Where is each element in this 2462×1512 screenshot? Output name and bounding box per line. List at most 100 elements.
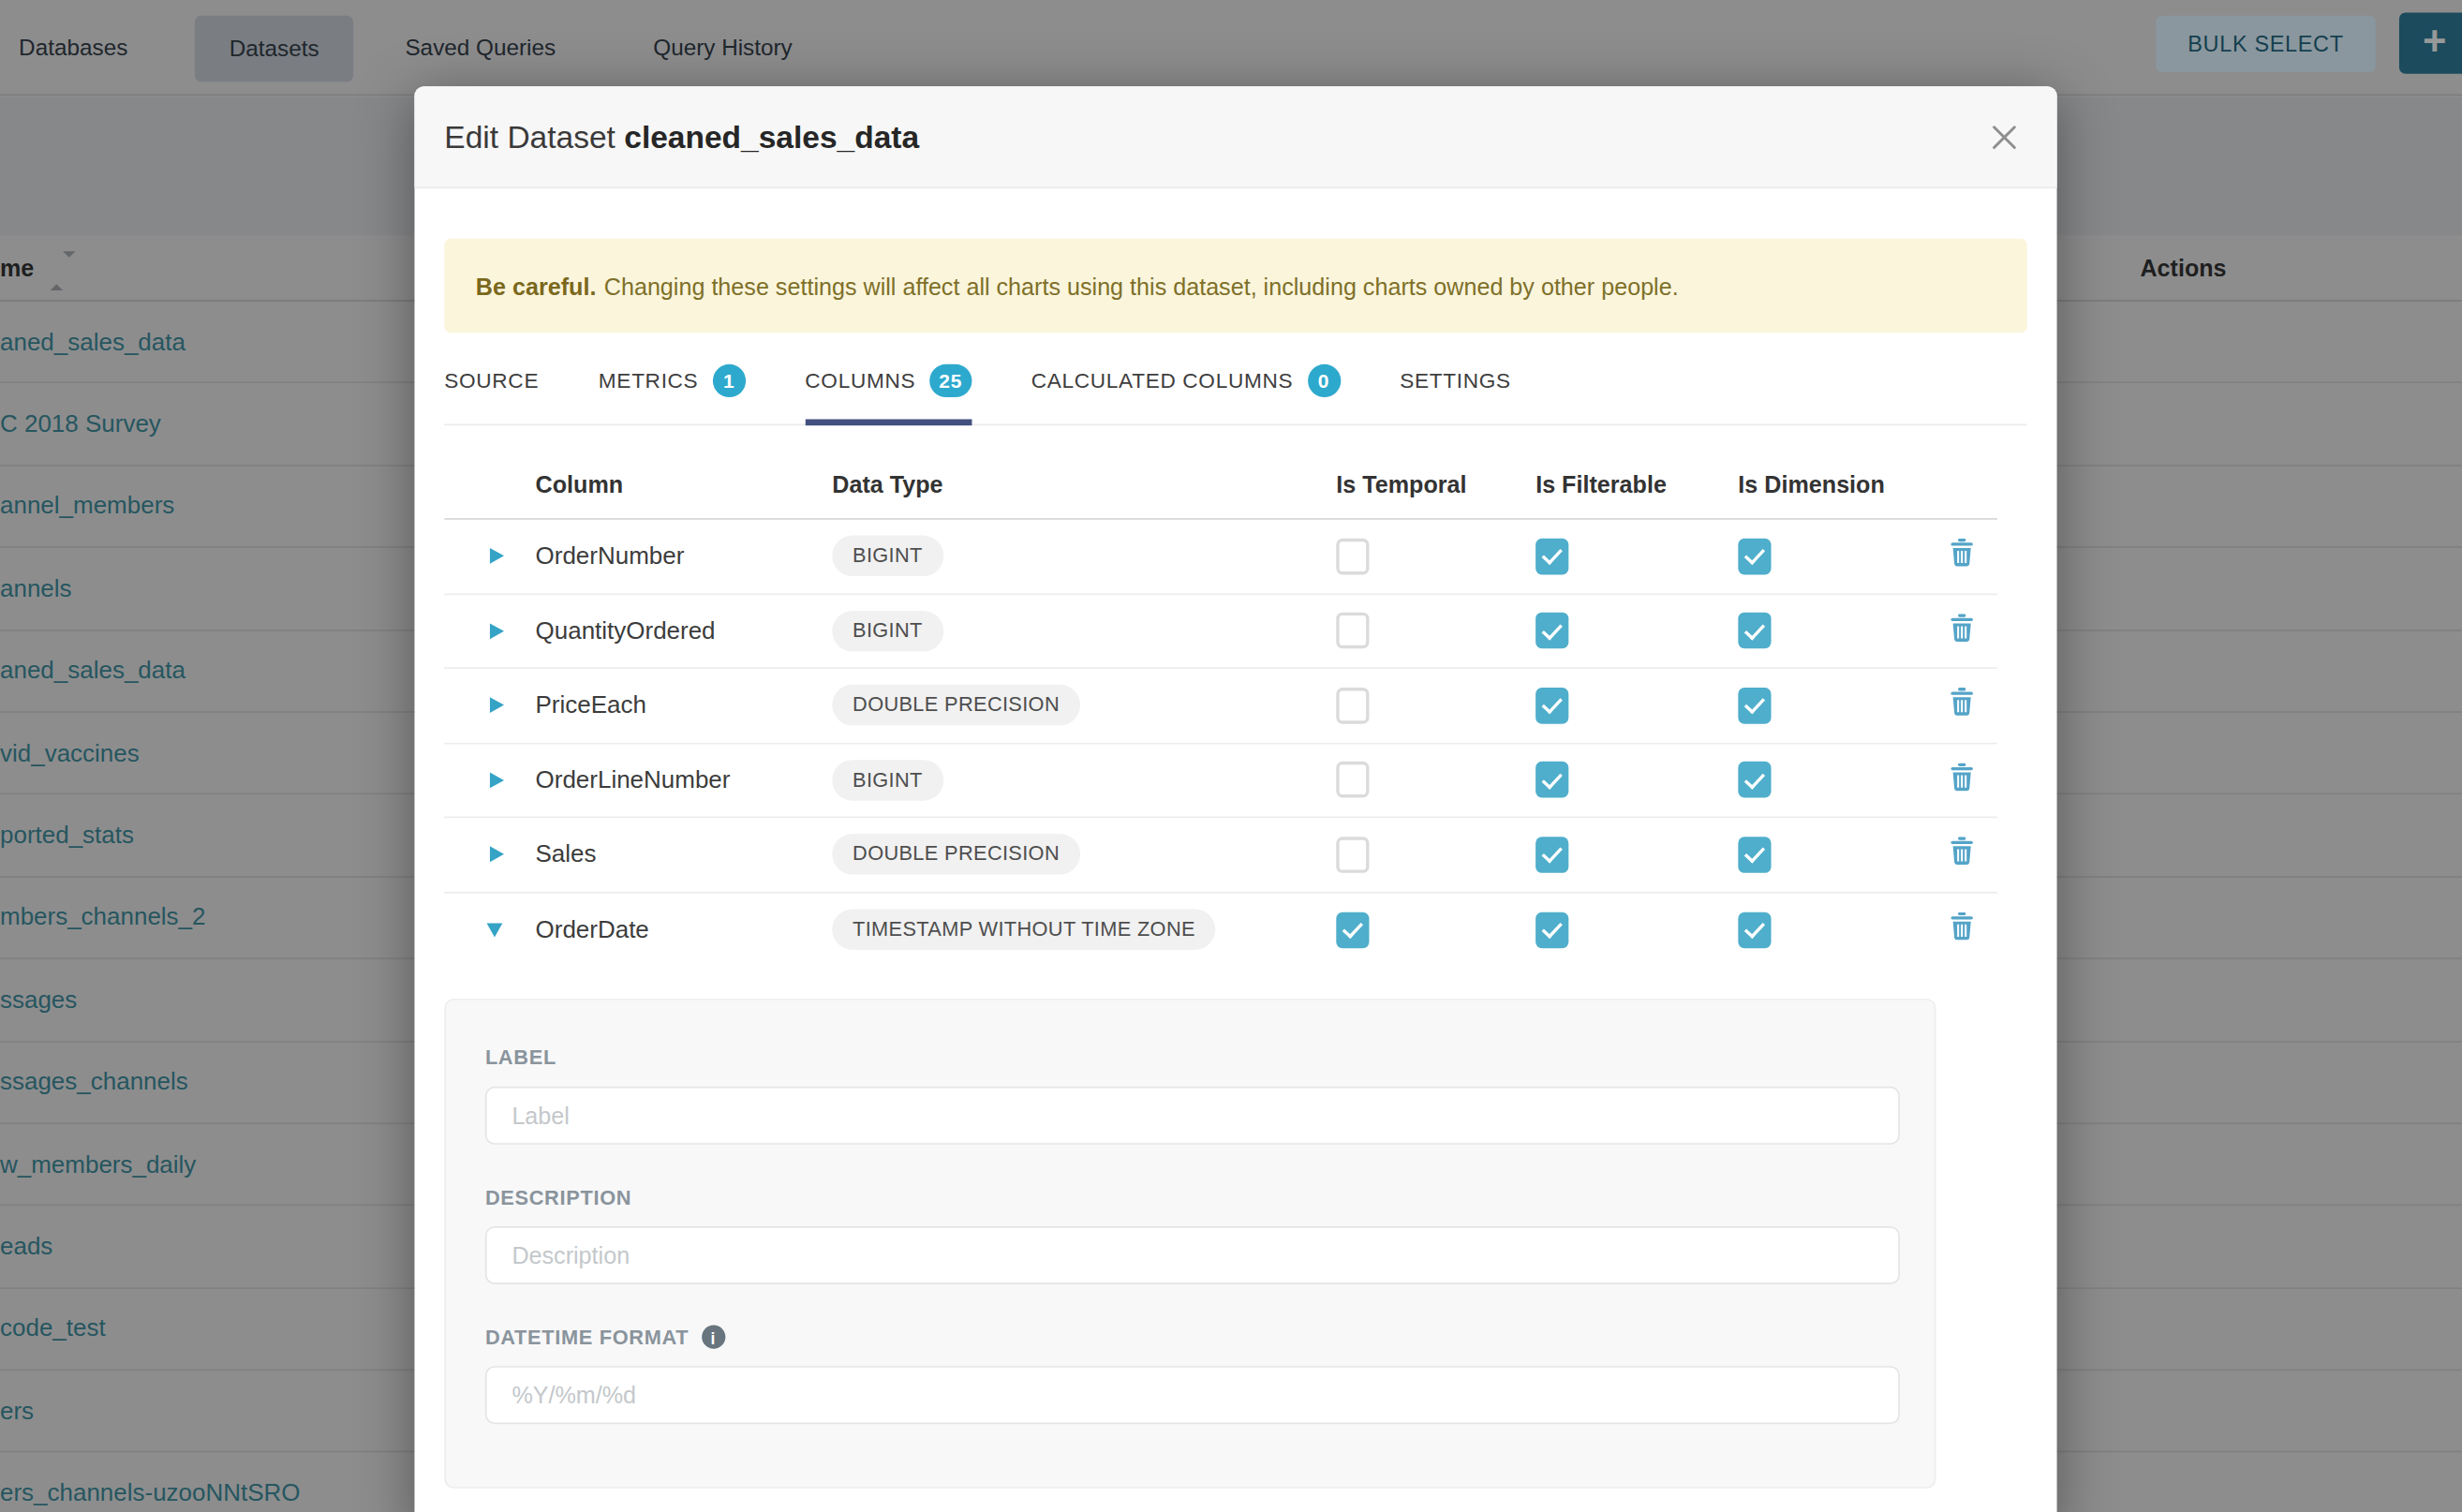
dataset-link[interactable]: ported_stats <box>0 822 134 850</box>
column-row: PriceEachDOUBLE PRECISION <box>444 669 1997 744</box>
tab-metrics[interactable]: METRICS1 <box>599 369 746 424</box>
dataset-link[interactable]: ssages_channels <box>0 1068 188 1096</box>
tab-columns[interactable]: COLUMNS25 <box>805 369 971 424</box>
tab-label: SOURCE <box>444 369 539 393</box>
column-row: OrderDateTIMESTAMP WITHOUT TIME ZONE <box>444 893 1997 968</box>
dataset-link[interactable]: aned_sales_data <box>0 328 185 356</box>
sort-icon[interactable] <box>51 258 76 286</box>
trash-icon[interactable] <box>1950 614 1974 642</box>
dataset-link[interactable]: vid_vaccines <box>0 739 140 767</box>
modal-tabs: SOURCE METRICS1 COLUMNS25 CALCULATED COLUMN… <box>444 369 2026 425</box>
is-dimension-checkbox[interactable] <box>1738 837 1771 873</box>
is-filterable-checkbox[interactable] <box>1535 538 1568 574</box>
is-dimension-checkbox[interactable] <box>1738 613 1771 649</box>
dataset-link[interactable]: eads <box>0 1233 52 1261</box>
column-name: QuantityOrdered <box>536 616 833 645</box>
is-temporal-checkbox[interactable] <box>1336 538 1369 574</box>
nav-item-datasets[interactable]: Datasets <box>195 16 354 82</box>
column-name: OrderDate <box>536 916 833 944</box>
is-filterable-checkbox[interactable] <box>1535 688 1568 724</box>
trash-icon[interactable] <box>1950 912 1974 941</box>
trash-icon[interactable] <box>1950 539 1974 567</box>
collapse-caret-icon[interactable] <box>487 923 503 937</box>
name-column-header[interactable]: me <box>0 235 34 301</box>
dataset-link[interactable]: C 2018 Survey <box>0 410 161 438</box>
is-temporal-checkbox[interactable] <box>1336 688 1369 724</box>
trash-icon[interactable] <box>1950 763 1974 791</box>
tab-count-badge: 0 <box>1307 364 1340 397</box>
columns-table: Column Data Type Is Temporal Is Filterab… <box>444 425 1997 967</box>
expand-caret-icon[interactable] <box>490 623 504 639</box>
tab-count-badge: 1 <box>712 364 745 397</box>
data-type-pill: DOUBLE PRECISION <box>832 685 1079 726</box>
expand-caret-icon[interactable] <box>490 772 504 788</box>
info-icon[interactable]: i <box>702 1326 725 1349</box>
is-filterable-header: Is Filterable <box>1535 471 1738 497</box>
modal-title: Edit Dataset cleaned_sales_data <box>444 119 919 156</box>
dataset-link[interactable]: annels <box>0 574 72 602</box>
is-filterable-checkbox[interactable] <box>1535 762 1568 798</box>
warning-banner: Be careful. Changing these settings will… <box>444 239 2026 334</box>
is-filterable-checkbox[interactable] <box>1535 912 1568 948</box>
column-name: OrderLineNumber <box>536 765 833 793</box>
dataset-link[interactable]: ssages <box>0 986 77 1014</box>
description-input[interactable] <box>485 1226 1900 1284</box>
column-row: QuantityOrderedBIGINT <box>444 594 1997 669</box>
data-type-pill: BIGINT <box>832 536 942 577</box>
datetime-format-field-label: DATETIME FORMATi <box>485 1326 1935 1349</box>
dataset-link[interactable]: ers <box>0 1397 34 1425</box>
dataset-link[interactable]: code_test <box>0 1314 106 1342</box>
is-temporal-checkbox[interactable] <box>1336 912 1369 948</box>
dataset-link[interactable]: mbers_channels_2 <box>0 903 206 931</box>
expand-caret-icon[interactable] <box>490 847 504 863</box>
data-type-pill: BIGINT <box>832 760 942 801</box>
dataset-link[interactable]: ers_channels-uzooNNtSRO <box>0 1479 301 1507</box>
column-name: PriceEach <box>536 691 833 719</box>
expand-caret-icon[interactable] <box>490 698 504 714</box>
tab-label: CALCULATED COLUMNS <box>1031 369 1293 393</box>
modal-header: Edit Dataset cleaned_sales_data <box>414 86 2056 188</box>
column-row: OrderLineNumberBIGINT <box>444 744 1997 819</box>
edit-dataset-modal: Edit Dataset cleaned_sales_data Be caref… <box>414 86 2056 1512</box>
modal-body: Be careful. Changing these settings will… <box>414 239 2056 1489</box>
page: Databases Datasets Saved Queries Query Hist… <box>0 0 2462 1512</box>
is-dimension-checkbox[interactable] <box>1738 538 1771 574</box>
tab-settings[interactable]: SETTINGS <box>1400 369 1511 424</box>
dataset-link[interactable]: aned_sales_data <box>0 657 185 685</box>
datetime-format-input[interactable] <box>485 1366 1900 1424</box>
column-name: Sales <box>536 840 833 868</box>
is-filterable-checkbox[interactable] <box>1535 613 1568 649</box>
close-icon[interactable] <box>1991 124 2017 150</box>
columns-table-body: OrderNumberBIGINTQuantityOrderedBIGINTPr… <box>444 520 1997 968</box>
data-type-pill: BIGINT <box>832 611 942 652</box>
nav-item-query-history[interactable]: Query History <box>653 0 793 96</box>
bulk-select-button[interactable]: BULK SELECT <box>2156 16 2376 72</box>
nav-item-saved-queries[interactable]: Saved Queries <box>405 0 556 96</box>
column-row: OrderNumberBIGINT <box>444 520 1997 595</box>
dataset-link[interactable]: w_members_daily <box>0 1150 196 1178</box>
trash-icon[interactable] <box>1950 689 1974 717</box>
nav-item-databases[interactable]: Databases <box>19 0 127 96</box>
dataset-link[interactable]: annel_members <box>0 492 174 520</box>
is-dimension-checkbox[interactable] <box>1738 912 1771 948</box>
is-temporal-header: Is Temporal <box>1336 471 1535 497</box>
tab-source[interactable]: SOURCE <box>444 369 539 424</box>
tab-label: COLUMNS <box>805 369 915 393</box>
data-type-pill: TIMESTAMP WITHOUT TIME ZONE <box>832 910 1215 951</box>
label-input[interactable] <box>485 1087 1900 1145</box>
add-dataset-button[interactable]: + <box>2399 12 2462 73</box>
tab-calculated-columns[interactable]: CALCULATED COLUMNS0 <box>1031 369 1341 424</box>
is-temporal-checkbox[interactable] <box>1336 613 1369 649</box>
is-dimension-checkbox[interactable] <box>1738 688 1771 724</box>
is-temporal-checkbox[interactable] <box>1336 762 1369 798</box>
expand-caret-icon[interactable] <box>490 548 504 564</box>
trash-icon[interactable] <box>1950 838 1974 866</box>
is-filterable-checkbox[interactable] <box>1535 837 1568 873</box>
top-nav: Databases Datasets Saved Queries Query Hist… <box>0 0 2462 96</box>
is-dimension-checkbox[interactable] <box>1738 762 1771 798</box>
actions-column-header: Actions <box>2140 235 2226 301</box>
is-temporal-checkbox[interactable] <box>1336 837 1369 873</box>
tab-count-badge: 25 <box>929 364 971 397</box>
column-header: Column <box>536 471 833 497</box>
label-field-label: LABEL <box>485 1045 1935 1069</box>
